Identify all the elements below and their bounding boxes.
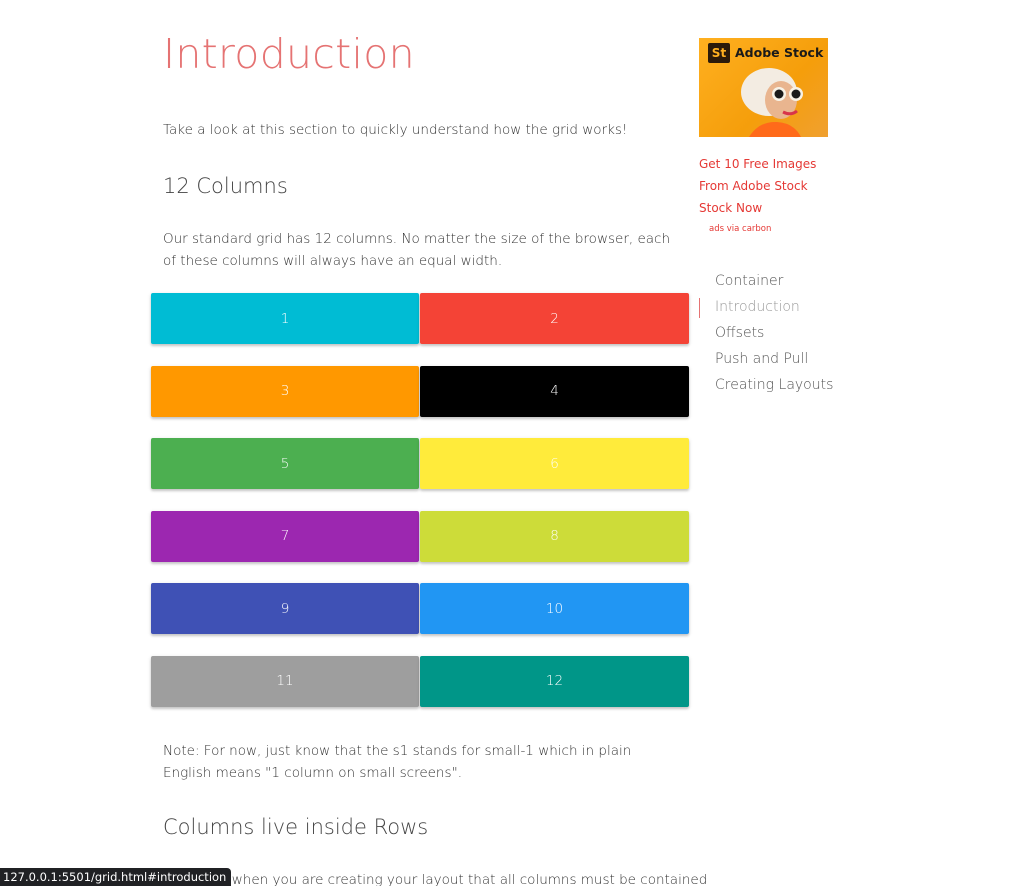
page: Introduction Take a look at this section… xyxy=(0,0,1016,886)
toc-item-push-and-pull[interactable]: Push and Pull xyxy=(699,348,833,374)
table-of-contents: Container Introduction Offsets Push and … xyxy=(699,270,833,400)
carbon-ad-image[interactable]: St Adobe Stock xyxy=(699,38,828,137)
woman-with-sunglasses-image xyxy=(741,68,803,137)
grid-row: 3 4 xyxy=(151,365,689,417)
toc-item-introduction[interactable]: Introduction xyxy=(699,296,833,322)
rows-paragraph: ber when you are creating your layout th… xyxy=(205,872,708,886)
intro-text: Take a look at this section to quickly u… xyxy=(163,122,628,138)
grid-cell-7: 7 xyxy=(151,510,419,562)
grid-cell-12: 12 xyxy=(420,655,689,707)
page-title: Introduction xyxy=(163,30,415,78)
columns-paragraph: Our standard grid has 12 columns. No mat… xyxy=(163,231,671,269)
toc-item-creating-layouts[interactable]: Creating Layouts xyxy=(699,374,833,400)
grid-cell-1: 1 xyxy=(151,293,419,344)
grid-row: 7 8 xyxy=(151,510,689,562)
grid-cell-10: 10 xyxy=(420,583,689,634)
grid-cell-4: 4 xyxy=(420,365,689,417)
ad-link-text[interactable]: Get 10 Free Images From Adobe Stock Stoc… xyxy=(699,153,829,219)
browser-status-bar-url: 127.0.0.1:5501/grid.html#introduction xyxy=(0,868,232,886)
grid-row: 5 6 xyxy=(151,438,689,489)
toc-item-container[interactable]: Container xyxy=(699,270,833,296)
section-heading-12-columns: 12 Columns xyxy=(163,174,288,198)
grid-cell-3: 3 xyxy=(151,365,419,417)
grid-cell-2: 2 xyxy=(420,293,689,344)
grid-cell-5: 5 xyxy=(151,438,419,489)
grid-row: 1 2 xyxy=(151,293,689,344)
grid-row: 11 12 xyxy=(151,655,689,707)
ad-brand-name: Adobe Stock xyxy=(735,45,824,60)
grid-cell-9: 9 xyxy=(151,583,419,634)
note-paragraph: Note: For now, just know that the s1 sta… xyxy=(163,743,632,781)
adobe-stock-logo: St xyxy=(708,43,730,63)
grid-cell-8: 8 xyxy=(420,510,689,562)
grid-row: 9 10 xyxy=(151,583,689,634)
grid-cell-6: 6 xyxy=(420,438,689,489)
toc-item-offsets[interactable]: Offsets xyxy=(699,322,833,348)
grid-cell-11: 11 xyxy=(151,655,419,707)
section-heading-columns-rows: Columns live inside Rows xyxy=(163,815,429,839)
grid-demo: 1 2 3 4 5 6 7 8 9 10 11 12 xyxy=(151,293,689,728)
ads-via-carbon[interactable]: ads via carbon xyxy=(709,224,771,234)
